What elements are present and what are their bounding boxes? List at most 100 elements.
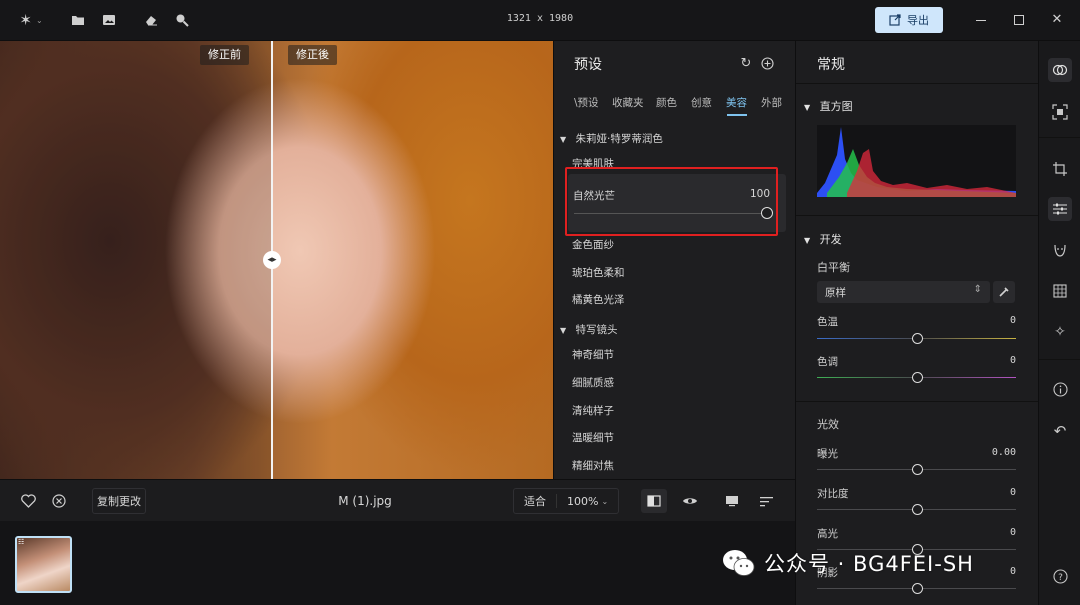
histogram-graph bbox=[817, 127, 1016, 197]
tab-creative[interactable]: 创意 bbox=[691, 95, 712, 110]
before-side bbox=[0, 41, 272, 479]
sort-button[interactable] bbox=[757, 492, 775, 510]
highlights-label: 高光 bbox=[817, 528, 838, 540]
retouch-tool-button[interactable] bbox=[1048, 238, 1072, 262]
preset-item[interactable]: 清纯样子 bbox=[572, 403, 614, 418]
preview-button[interactable] bbox=[680, 492, 700, 510]
split-view-icon bbox=[647, 495, 661, 507]
edited-badge-icon: ☷ bbox=[18, 538, 25, 546]
tab-favorites[interactable]: 收藏夹 bbox=[612, 95, 644, 110]
preset-item[interactable]: 精细对焦 bbox=[572, 458, 614, 473]
caret-down-icon: ▼ bbox=[804, 103, 811, 112]
updown-icon: ⇕ bbox=[973, 284, 982, 295]
adjust-tool-button[interactable] bbox=[1048, 197, 1072, 221]
zoom-divider bbox=[556, 494, 557, 508]
general-panel: 常规 ▼ 直方图 ▼ 开发 白平衡 原样 ⇕ 色温 0 色调 0 光效 曝光 0… bbox=[795, 41, 1039, 605]
temperature-value[interactable]: 0 bbox=[1010, 315, 1016, 326]
caret-down-icon: ▼ bbox=[560, 326, 567, 335]
sparkle-icon: ✧ bbox=[1054, 324, 1066, 340]
close-button[interactable]: ✕ bbox=[1049, 11, 1065, 27]
tool-strip: ✧ ↶ ? bbox=[1038, 41, 1080, 605]
contrast-knob[interactable] bbox=[912, 504, 923, 515]
after-label: 修正後 bbox=[288, 45, 337, 65]
split-view-button[interactable] bbox=[641, 489, 667, 513]
preset-panel-title: 预设 bbox=[574, 57, 602, 73]
refresh-icon: ↻ bbox=[740, 55, 752, 71]
tint-knob[interactable] bbox=[912, 372, 923, 383]
presets-tool-button[interactable] bbox=[1048, 58, 1072, 82]
close-icon: ✕ bbox=[1051, 11, 1063, 27]
reset-presets-button[interactable]: ↻ bbox=[738, 55, 754, 71]
divider bbox=[1039, 137, 1080, 138]
tint-label: 色调 bbox=[817, 356, 838, 368]
histogram-section-header[interactable]: ▼ 直方图 bbox=[804, 98, 853, 114]
undo-history-button[interactable]: ↶ bbox=[1048, 419, 1072, 443]
watermark-text: 公众号 · BG4FEI-SH bbox=[764, 552, 974, 576]
tab-external[interactable]: 外部 bbox=[761, 95, 782, 110]
maximize-button[interactable] bbox=[1011, 12, 1027, 28]
divider bbox=[1039, 359, 1080, 360]
preset-group-title: 朱莉娅·特罗蒂润色 bbox=[575, 133, 663, 145]
preset-item[interactable]: 神奇细节 bbox=[572, 347, 614, 362]
shadows-knob[interactable] bbox=[912, 583, 923, 594]
exposure-knob[interactable] bbox=[912, 464, 923, 475]
favorite-button[interactable] bbox=[19, 492, 37, 510]
preset-item[interactable]: 琥珀色柔和 bbox=[572, 265, 625, 280]
thumbnail[interactable]: ☷ bbox=[15, 536, 72, 593]
histogram bbox=[817, 125, 1016, 197]
preset-group-header[interactable]: ▼ 朱莉娅·特罗蒂润色 bbox=[560, 131, 663, 146]
preset-group-header[interactable]: ▼ 特写镜头 bbox=[560, 322, 618, 337]
ai-select-tool-button[interactable] bbox=[1048, 100, 1072, 124]
add-preset-button[interactable] bbox=[759, 55, 775, 71]
fit-button[interactable]: 适合 bbox=[524, 493, 546, 509]
contrast-label: 对比度 bbox=[817, 488, 849, 500]
zoom-level[interactable]: 100% bbox=[567, 495, 598, 508]
divider bbox=[796, 215, 1039, 216]
preset-item[interactable]: 温暖细节 bbox=[572, 430, 614, 445]
filmstrip: ☷ bbox=[0, 521, 795, 605]
zoom-control: 适合 100% ⌄ bbox=[513, 488, 619, 514]
export-button[interactable]: 导出 bbox=[875, 7, 943, 33]
overlap-circles-icon bbox=[1052, 64, 1068, 76]
file-name: M (1).jpg bbox=[338, 494, 392, 508]
effects-tool-button[interactable]: ✧ bbox=[1048, 320, 1072, 344]
compare-handle[interactable]: ◂▸ bbox=[263, 251, 281, 269]
crop-tool-button[interactable] bbox=[1048, 157, 1072, 181]
sort-icon bbox=[759, 496, 773, 506]
copy-changes-button[interactable]: 复制更改 bbox=[92, 488, 146, 514]
texture-tool-button[interactable] bbox=[1048, 279, 1072, 303]
develop-section-header[interactable]: ▼ 开发 bbox=[804, 231, 842, 247]
preset-item[interactable]: 细腻质感 bbox=[572, 375, 614, 390]
export-label: 导出 bbox=[907, 14, 929, 27]
preset-item[interactable]: 橘黄色光泽 bbox=[572, 292, 625, 307]
temperature-knob[interactable] bbox=[912, 333, 923, 344]
tab-color[interactable]: 颜色 bbox=[656, 95, 677, 110]
eye-icon bbox=[683, 498, 697, 504]
highlights-value[interactable]: 0 bbox=[1010, 527, 1016, 538]
info-overlay-button[interactable] bbox=[723, 492, 741, 510]
tint-value[interactable]: 0 bbox=[1010, 355, 1016, 366]
shadows-value[interactable]: 0 bbox=[1010, 566, 1016, 577]
tab-beauty[interactable]: 美容 bbox=[726, 95, 747, 110]
title-bar: ✶ ⌄ 1321 x 1980 导出 ✕ bbox=[0, 0, 1080, 41]
minimize-button[interactable] bbox=[973, 12, 989, 28]
face-retouch-icon bbox=[1054, 244, 1066, 257]
active-tab-indicator bbox=[727, 114, 747, 116]
exposure-value[interactable]: 0.00 bbox=[992, 447, 1016, 458]
crop-icon bbox=[1053, 162, 1067, 176]
eyedropper-button[interactable] bbox=[993, 281, 1015, 303]
drag-arrows-icon: ◂▸ bbox=[267, 255, 277, 265]
exposure-label: 曝光 bbox=[817, 448, 838, 460]
image-canvas[interactable]: 修正前 修正後 ◂▸ bbox=[0, 41, 553, 479]
white-balance-select[interactable]: 原样 ⇕ bbox=[817, 281, 990, 303]
info-button[interactable] bbox=[1048, 377, 1072, 401]
contrast-value[interactable]: 0 bbox=[1010, 487, 1016, 498]
reject-button[interactable] bbox=[50, 492, 68, 510]
tab-presets[interactable]: \预设 bbox=[574, 95, 599, 110]
svg-text:?: ? bbox=[1058, 572, 1063, 582]
reject-icon bbox=[52, 494, 66, 508]
chevron-down-icon: ⌄ bbox=[601, 496, 609, 506]
preset-item[interactable]: 金色面纱 bbox=[572, 237, 614, 252]
add-circle-icon bbox=[760, 56, 774, 70]
help-button[interactable]: ? bbox=[1048, 564, 1072, 588]
